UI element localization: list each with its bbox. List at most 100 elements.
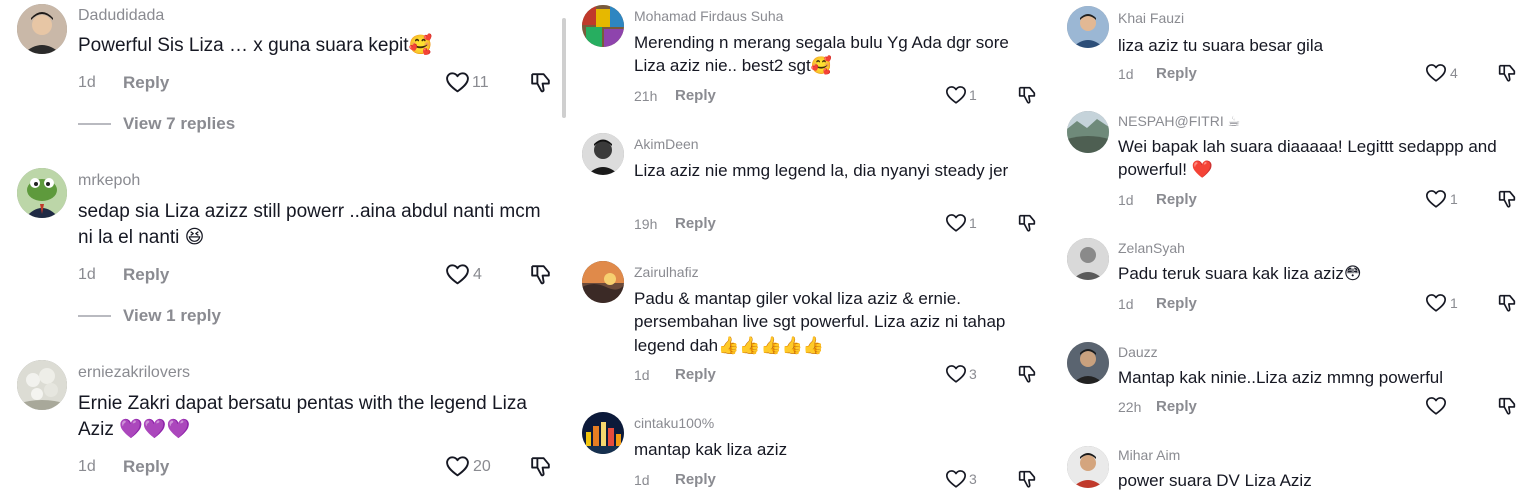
reply-button[interactable]: Reply — [675, 87, 716, 104]
reply-button[interactable]: Reply — [675, 471, 716, 488]
avatar[interactable] — [1067, 446, 1109, 488]
dislike-button[interactable] — [528, 70, 553, 95]
dislike-icon — [1496, 62, 1518, 84]
comment-username[interactable]: Mohamad Firdaus Suha — [634, 8, 783, 24]
like-button[interactable]: 3 — [945, 363, 977, 385]
avatar[interactable] — [582, 133, 624, 175]
comment-time: 1d — [1118, 66, 1134, 82]
heart-icon — [1425, 395, 1447, 417]
dislike-button[interactable] — [1016, 363, 1038, 385]
reply-button[interactable]: Reply — [123, 265, 169, 285]
heart-icon — [445, 70, 470, 95]
reply-button[interactable]: Reply — [1156, 398, 1197, 415]
avatar[interactable] — [1067, 238, 1109, 280]
avatar[interactable] — [17, 4, 67, 54]
comment-time: 1d — [1118, 192, 1134, 208]
comment-username[interactable]: AkimDeen — [634, 136, 699, 152]
like-button[interactable]: 1 — [945, 84, 977, 106]
reply-button[interactable]: Reply — [123, 457, 169, 477]
view-replies-button[interactable]: View 7 replies — [78, 114, 235, 134]
comments-panel-1: Dadudidada Powerful Sis Liza … x guna su… — [0, 0, 566, 501]
comment-username[interactable]: mrkepoh — [78, 172, 140, 190]
like-button[interactable]: 4 — [1425, 62, 1458, 84]
like-button[interactable]: 1 — [945, 212, 977, 234]
avatar[interactable] — [17, 168, 67, 218]
avatar[interactable] — [582, 5, 624, 47]
comment-username[interactable]: Dauzz — [1118, 344, 1158, 360]
dislike-button[interactable] — [1496, 62, 1518, 84]
like-button[interactable]: 1 — [1425, 188, 1458, 210]
comment-username[interactable]: cintaku100% — [634, 415, 714, 431]
like-count: 4 — [473, 265, 482, 283]
like-count: 20 — [473, 457, 491, 475]
like-button[interactable]: 11 — [445, 70, 489, 95]
heart-icon — [1425, 62, 1447, 84]
reply-button[interactable]: Reply — [1156, 295, 1197, 312]
comment-item: Dauzz Mantap kak ninie..Liza aziz mmng p… — [1056, 338, 1521, 438]
comment-time: 21h — [634, 88, 658, 104]
comment-text: sedap sia Liza azizz still powerr ..aina… — [78, 201, 541, 249]
comment-username[interactable]: Zairulhafiz — [634, 264, 699, 280]
comment-time: 1d — [78, 458, 96, 475]
dislike-icon — [1496, 395, 1518, 417]
like-count: 3 — [969, 366, 977, 382]
comment-time: 19h — [634, 216, 658, 232]
comment-text: liza aziz tu suara besar gila — [1118, 36, 1324, 55]
comment-item: NESPAH@FITRI ☕ Wei bapak lah suara diaaa… — [1056, 106, 1521, 234]
comment-username[interactable]: Khai Fauzi — [1118, 10, 1184, 26]
dislike-button[interactable] — [1016, 84, 1038, 106]
like-count: 3 — [969, 471, 977, 487]
dislike-icon — [1016, 84, 1038, 106]
avatar[interactable] — [1067, 6, 1109, 48]
reply-button[interactable]: Reply — [123, 73, 169, 93]
dislike-button[interactable] — [1016, 468, 1038, 490]
dislike-button[interactable] — [1496, 395, 1518, 417]
comment-time: 22h — [1118, 399, 1142, 415]
like-button[interactable]: 4 — [445, 262, 482, 287]
reply-button[interactable]: Reply — [675, 215, 716, 232]
like-button[interactable]: 1 — [1425, 292, 1458, 314]
like-button[interactable]: 20 — [445, 454, 491, 479]
dislike-button[interactable] — [1016, 212, 1038, 234]
like-count: 1 — [969, 87, 977, 103]
reply-button[interactable]: Reply — [1156, 65, 1197, 82]
comment-username[interactable]: NESPAH@FITRI ☕ — [1118, 113, 1240, 130]
avatar[interactable] — [1067, 342, 1109, 384]
comment-time: 1d — [78, 74, 96, 91]
dislike-button[interactable] — [528, 262, 553, 287]
comment-item: cintaku100% mantap kak liza aziz 1d Repl… — [566, 407, 1056, 501]
comment-text: Merending n merang segala bulu Yg Ada dg… — [634, 33, 1009, 76]
dislike-button[interactable] — [528, 454, 553, 479]
comment-text: Padu & mantap giler vokal liza aziz & er… — [634, 289, 1006, 355]
dislike-icon — [1496, 292, 1518, 314]
comment-username[interactable]: erniezakrilovers — [78, 364, 190, 382]
view-replies-button[interactable]: View 1 reply — [78, 306, 221, 326]
comment-username[interactable]: ZelanSyah — [1118, 240, 1185, 256]
like-count: 1 — [1450, 295, 1458, 311]
comment-username[interactable]: Mihar Aim — [1118, 447, 1180, 463]
reply-button[interactable]: Reply — [1156, 191, 1197, 208]
like-button[interactable] — [1425, 395, 1450, 417]
comments-panel-2: Mohamad Firdaus Suha Merending n merang … — [566, 0, 1056, 501]
comment-text: mantap kak liza aziz — [634, 440, 788, 459]
avatar[interactable] — [1067, 111, 1109, 153]
heart-icon — [1425, 292, 1447, 314]
comment-text: Ernie Zakri dapat bersatu pentas with th… — [78, 393, 527, 441]
heart-icon — [1425, 188, 1447, 210]
comment-time: 1d — [634, 367, 650, 383]
comment-text: Padu teruk suara kak liza aziz😳 — [1118, 264, 1362, 283]
avatar[interactable] — [582, 261, 624, 303]
dislike-icon — [528, 454, 553, 479]
comment-username[interactable]: Dadudidada — [78, 7, 164, 25]
dislike-button[interactable] — [1496, 188, 1518, 210]
dislike-icon — [1016, 212, 1038, 234]
comment-item: Khai Fauzi liza aziz tu suara besar gila… — [1056, 0, 1521, 100]
reply-button[interactable]: Reply — [675, 366, 716, 383]
comment-time: 1d — [78, 266, 96, 283]
avatar[interactable] — [582, 412, 624, 454]
like-button[interactable]: 3 — [945, 468, 977, 490]
comment-text: Wei bapak lah suara diaaaaa! Legittt sed… — [1118, 137, 1497, 180]
dislike-button[interactable] — [1496, 292, 1518, 314]
dislike-icon — [1496, 188, 1518, 210]
avatar[interactable] — [17, 360, 67, 410]
